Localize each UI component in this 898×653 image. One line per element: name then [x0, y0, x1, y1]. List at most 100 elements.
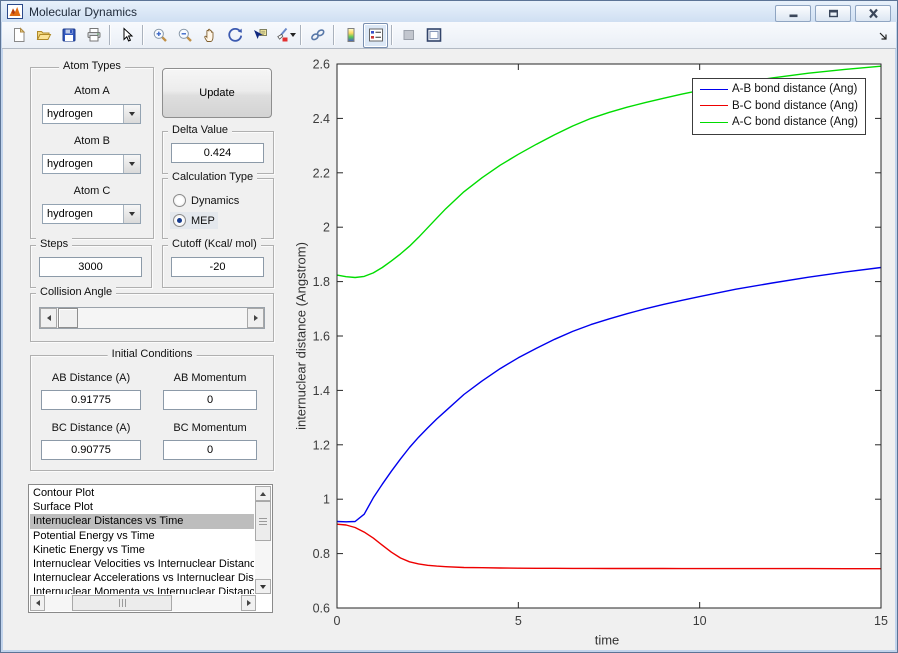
- horizontal-scrollbar[interactable]: [30, 595, 256, 611]
- listbox-item[interactable]: Internuclear Distances vs Time: [30, 514, 254, 528]
- collision-angle-slider[interactable]: [39, 307, 265, 329]
- legend-label: A-B bond distance (Ang): [732, 83, 857, 95]
- open-file-icon[interactable]: [31, 23, 56, 48]
- atom-b-dropdown-button[interactable]: [123, 155, 140, 173]
- x-axis-label: time: [595, 633, 620, 648]
- scroll-right-button[interactable]: [241, 595, 256, 611]
- insert-colorbar-icon[interactable]: [338, 23, 363, 48]
- listbox-item[interactable]: Internuclear Velocities vs Internuclear …: [30, 557, 254, 571]
- print-figure-icon[interactable]: [81, 23, 106, 48]
- scroll-down-button[interactable]: [255, 579, 271, 594]
- atom-a-dropdown-button[interactable]: [123, 105, 140, 123]
- legend-label: B-C bond distance (Ang): [732, 100, 858, 112]
- show-plot-tools-icon[interactable]: [421, 23, 446, 48]
- restore-button[interactable]: [815, 5, 851, 22]
- atom-b-dropdown[interactable]: hydrogen: [42, 154, 141, 174]
- horizontal-scroll-thumb[interactable]: [72, 595, 172, 611]
- listbox-item[interactable]: Kinetic Energy vs Time: [30, 543, 254, 557]
- thumb-grip: [259, 518, 267, 525]
- atom-a-dropdown[interactable]: hydrogen: [42, 104, 141, 124]
- atom-types-panel: Atom Types Atom A hydrogen Atom B hydrog…: [30, 67, 154, 239]
- calculation-type-panel: Calculation Type Dynamics MEP: [162, 178, 274, 239]
- steps-title: Steps: [36, 238, 72, 250]
- hide-plot-tools-icon[interactable]: [396, 23, 421, 48]
- radio-dynamics[interactable]: Dynamics: [170, 192, 242, 209]
- listbox-item[interactable]: Internuclear Momenta vs Internuclear Dis…: [30, 585, 254, 594]
- arrow-right-icon: [254, 315, 258, 321]
- matlab-logo-icon: [7, 4, 23, 19]
- delta-value-field[interactable]: [171, 143, 264, 163]
- pan-icon[interactable]: [197, 23, 222, 48]
- slider-right-arrow[interactable]: [247, 308, 264, 328]
- atom-a-label: Atom A: [31, 85, 153, 97]
- toolbar-separator: [391, 25, 393, 45]
- listbox-items: Contour PlotSurface PlotInternuclear Dis…: [30, 486, 254, 594]
- vertical-scrollbar[interactable]: [255, 486, 271, 594]
- legend-line-sample: [700, 89, 728, 90]
- delta-value-title: Delta Value: [168, 124, 232, 136]
- rotate-3d-icon[interactable]: [222, 23, 247, 48]
- listbox-item[interactable]: Potential Energy vs Time: [30, 529, 254, 543]
- ab-distance-field[interactable]: [41, 390, 141, 410]
- brush-dropdown-icon[interactable]: [290, 33, 296, 37]
- matlab-figure-window: Molecular Dynamics: [0, 0, 898, 653]
- initial-conditions-title: Initial Conditions: [108, 348, 197, 360]
- scroll-left-button[interactable]: [30, 595, 45, 611]
- listbox-item[interactable]: Internuclear Accelerations vs Internucle…: [30, 571, 254, 585]
- brush-data-icon[interactable]: [272, 23, 297, 48]
- atom-c-dropdown[interactable]: hydrogen: [42, 204, 141, 224]
- y-axis-label: internuclear distance (Angstrom): [294, 242, 309, 430]
- link-plot-icon[interactable]: [305, 23, 330, 48]
- steps-field[interactable]: [39, 257, 142, 277]
- bc-momentum-field[interactable]: [163, 440, 257, 460]
- bc-distance-field[interactable]: [41, 440, 141, 460]
- toolbar-separator: [142, 25, 144, 45]
- legend-entry: B-C bond distance (Ang): [693, 98, 865, 115]
- collision-angle-panel: Collision Angle: [30, 293, 274, 342]
- cutoff-title: Cutoff (Kcal/ mol): [168, 238, 261, 250]
- collision-angle-title: Collision Angle: [36, 286, 116, 298]
- slider-thumb[interactable]: [58, 308, 78, 328]
- zoom-in-icon[interactable]: [147, 23, 172, 48]
- scroll-up-button[interactable]: [255, 486, 271, 501]
- slider-track[interactable]: [57, 308, 247, 328]
- close-button[interactable]: [855, 5, 891, 22]
- legend[interactable]: A-B bond distance (Ang) B-C bond distance…: [692, 78, 866, 135]
- toolbar-separator: [333, 25, 335, 45]
- update-button[interactable]: Update: [162, 68, 272, 118]
- atom-a-value: hydrogen: [43, 105, 123, 123]
- ab-momentum-field[interactable]: [163, 390, 257, 410]
- bc-distance-label: BC Distance (A): [41, 422, 141, 434]
- ab-distance-label: AB Distance (A): [41, 372, 141, 384]
- atom-b-value: hydrogen: [43, 155, 123, 173]
- thumb-grip: [119, 599, 126, 607]
- bc-momentum-label: BC Momentum: [163, 422, 257, 434]
- arrow-up-icon: [260, 492, 266, 496]
- save-figure-icon[interactable]: [56, 23, 81, 48]
- listbox-item[interactable]: Surface Plot: [30, 500, 254, 514]
- minimize-button[interactable]: [775, 5, 811, 22]
- window-controls: [775, 5, 891, 22]
- toolbar-separator: [109, 25, 111, 45]
- chevron-down-icon: [129, 162, 135, 166]
- insert-legend-icon[interactable]: [363, 23, 388, 48]
- calculation-type-title: Calculation Type: [168, 171, 257, 183]
- atom-c-value: hydrogen: [43, 205, 123, 223]
- toolbar-overflow-icon[interactable]: [878, 28, 888, 46]
- radio-mep[interactable]: MEP: [170, 212, 218, 229]
- cutoff-field[interactable]: [171, 257, 264, 277]
- cutoff-panel: Cutoff (Kcal/ mol): [162, 245, 274, 288]
- window-title: Molecular Dynamics: [29, 5, 137, 19]
- data-cursor-icon[interactable]: [247, 23, 272, 48]
- legend-line-sample: [700, 105, 728, 106]
- arrow-left-icon: [36, 600, 40, 606]
- slider-left-arrow[interactable]: [40, 308, 57, 328]
- radio-icon: [173, 194, 186, 207]
- new-figure-icon[interactable]: [6, 23, 31, 48]
- listbox-item[interactable]: Contour Plot: [30, 486, 254, 500]
- edit-plot-icon[interactable]: [114, 23, 139, 48]
- vertical-scroll-thumb[interactable]: [255, 501, 271, 541]
- zoom-out-icon[interactable]: [172, 23, 197, 48]
- atom-c-dropdown-button[interactable]: [123, 205, 140, 223]
- plot-type-listbox[interactable]: Contour PlotSurface PlotInternuclear Dis…: [28, 484, 273, 613]
